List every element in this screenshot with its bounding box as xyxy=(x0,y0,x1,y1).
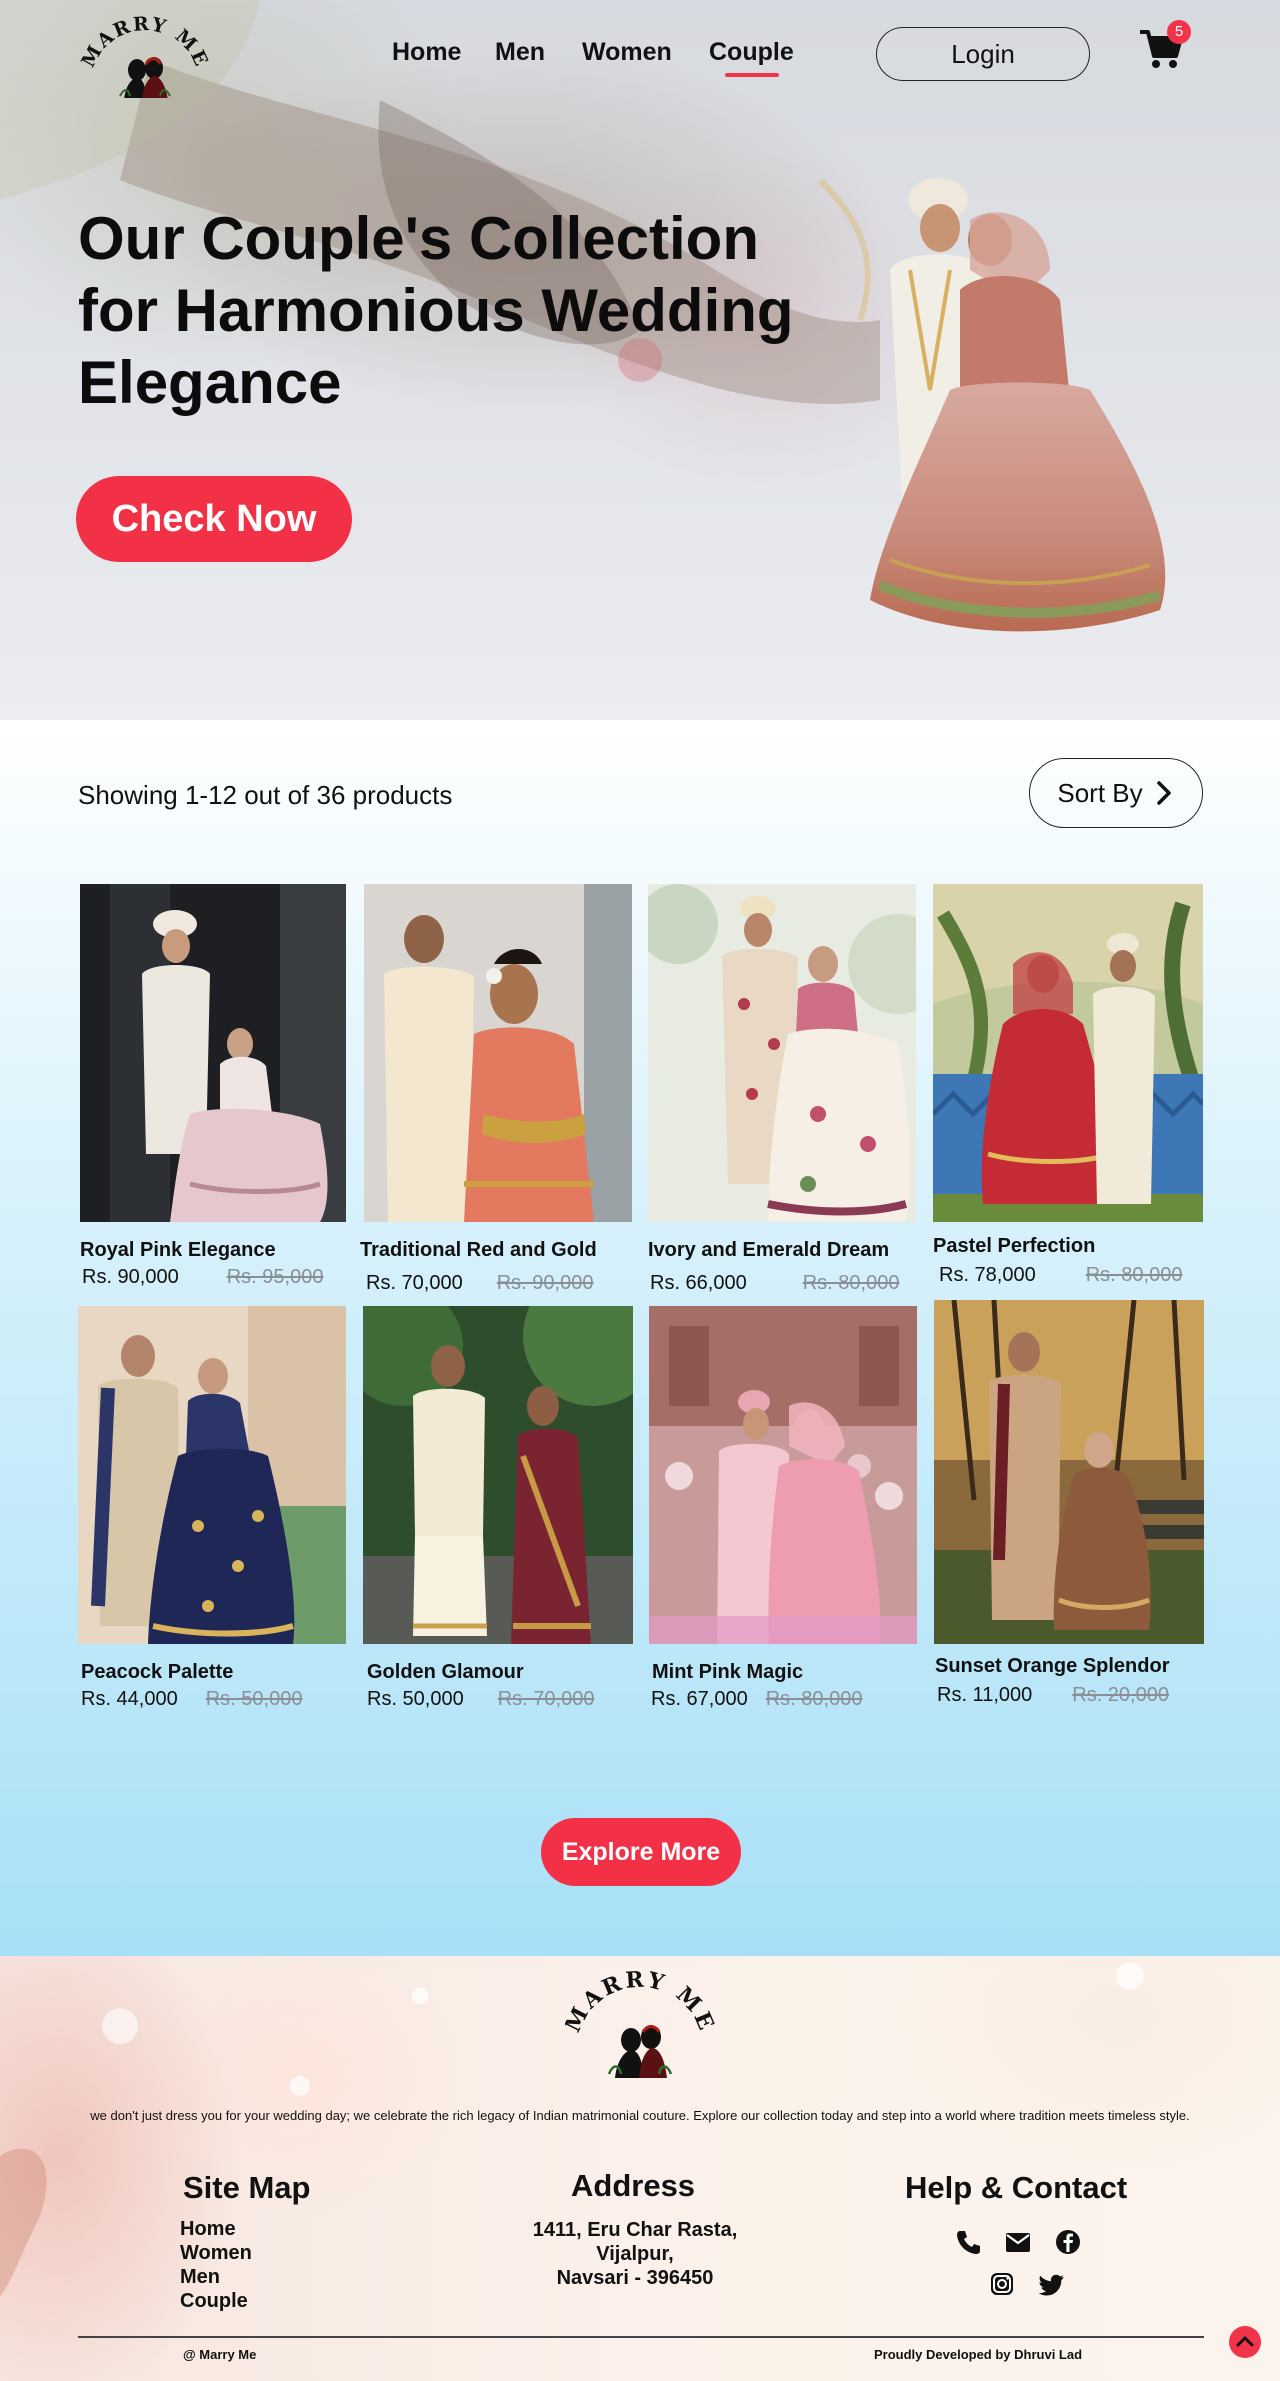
product-prices: Rs. 11,000 Rs. 20,000 xyxy=(934,1684,1204,1707)
footer-link-men[interactable]: Men xyxy=(180,2265,252,2289)
product-price: Rs. 67,000 xyxy=(651,1688,748,1710)
product-card[interactable]: Mint Pink Magic Rs. 67,000 Rs. 80,000 xyxy=(649,1306,917,1711)
hero-couple-image xyxy=(870,178,1166,632)
product-old-price: Rs. 80,000 xyxy=(765,1688,863,1710)
product-name[interactable]: Mint Pink Magic xyxy=(649,1661,917,1684)
product-card[interactable]: Golden Glamour Rs. 50,000 Rs. 70,000 xyxy=(343,1266,663,1711)
scroll-to-top-button[interactable] xyxy=(1229,2326,1261,2358)
chevron-right-icon xyxy=(1156,781,1171,805)
product-name[interactable]: Peacock Palette xyxy=(78,1661,346,1684)
help-contact-title: Help & Contact xyxy=(905,2170,1128,2205)
product-price: Rs. 44,000 xyxy=(81,1688,178,1710)
sort-by-button[interactable]: Sort By xyxy=(1029,758,1203,828)
footer-link-couple[interactable]: Couple xyxy=(180,2289,252,2313)
product-old-price: Rs. 20,000 xyxy=(1072,1684,1169,1706)
product-prices: Rs. 67,000 Rs. 80,000 xyxy=(649,1688,917,1711)
nav-link-women[interactable]: Women xyxy=(582,38,672,67)
product-image[interactable] xyxy=(931,884,1205,1222)
check-now-button[interactable]: Check Now xyxy=(76,476,352,562)
results-count: Showing 1-12 out of 36 products xyxy=(78,780,453,810)
product-prices: Rs. 90,000 Rs. 95,000 xyxy=(80,1266,346,1289)
product-name[interactable]: Traditional Red and Gold xyxy=(360,1239,632,1262)
product-card[interactable]: Peacock Palette Rs. 44,000 Rs. 50,000 xyxy=(78,1306,346,1711)
main-nav: Home Men Women Couple xyxy=(392,38,812,78)
product-price: Rs. 90,000 xyxy=(82,1266,179,1288)
product-listing: Showing 1-12 out of 36 products Sort By … xyxy=(0,720,1280,1956)
sitemap-list: Home Women Men Couple xyxy=(180,2217,252,2313)
product-price: Rs. 70,000 xyxy=(366,1272,463,1294)
product-old-price: Rs. 80,000 xyxy=(802,1272,900,1294)
hero-title: Our Couple's Collection for Harmonious W… xyxy=(78,205,794,416)
product-image[interactable] xyxy=(934,1299,1204,1644)
brand-logo[interactable]: MARRY ME xyxy=(80,8,210,98)
developer-credit: Proudly Developed by Dhruvi Lad xyxy=(874,2347,1083,2362)
product-prices: Rs. 66,000 Rs. 80,000 xyxy=(648,1272,916,1295)
product-name[interactable]: Golden Glamour xyxy=(363,1661,633,1684)
product-name[interactable]: Sunset Orange Splendor xyxy=(934,1655,1204,1678)
address-line: Vijalpur, xyxy=(596,2243,674,2265)
product-image[interactable] xyxy=(364,884,632,1222)
footer-link-women[interactable]: Women xyxy=(180,2241,252,2265)
cart-count-badge: 5 xyxy=(1167,20,1191,44)
product-image[interactable] xyxy=(649,1306,917,1644)
address-block: 1411, Eru Char Rasta, Vijalpur, Navsari … xyxy=(500,2218,770,2290)
chevron-up-icon xyxy=(1236,2336,1254,2347)
product-old-price: Rs. 70,000 xyxy=(497,1688,595,1710)
address-line: 1411, Eru Char Rasta, xyxy=(532,2219,738,2241)
product-prices: Rs. 44,000 Rs. 50,000 xyxy=(78,1688,346,1711)
product-card[interactable]: Royal Pink Elegance Rs. 90,000 Rs. 95,00… xyxy=(80,884,346,1289)
sort-by-label: Sort By xyxy=(1057,777,1143,808)
svg-text:MARRY ME: MARRY ME xyxy=(80,13,210,71)
product-prices: Rs. 70,000 Rs. 90,000 xyxy=(364,1272,632,1295)
instagram-icon[interactable] xyxy=(988,2270,1016,2298)
phone-icon[interactable] xyxy=(954,2228,982,2256)
nav-active-indicator xyxy=(725,73,779,77)
address-line: Navsari - 396450 xyxy=(556,2267,714,2289)
product-price: Rs. 11,000 xyxy=(937,1684,1033,1706)
product-name[interactable]: Ivory and Emerald Dream xyxy=(648,1239,916,1262)
nav-link-men[interactable]: Men xyxy=(495,38,545,67)
address-title: Address xyxy=(571,2168,696,2203)
product-old-price: Rs. 95,000 xyxy=(226,1266,324,1288)
product-prices: Rs. 78,000 Rs. 80,000 xyxy=(933,1264,1203,1287)
product-old-price: Rs. 50,000 xyxy=(205,1688,303,1710)
login-button[interactable]: Login xyxy=(876,27,1090,81)
product-card[interactable]: Ivory and Emerald Dream Rs. 66,000 Rs. 8… xyxy=(638,884,948,1295)
product-price: Rs. 78,000 xyxy=(939,1264,1036,1286)
site-footer: MARRY ME we don't just dress you for you… xyxy=(0,1956,1280,2381)
sitemap-title: Site Map xyxy=(183,2170,311,2205)
twitter-icon[interactable] xyxy=(1038,2270,1066,2298)
facebook-icon[interactable] xyxy=(1054,2228,1082,2256)
product-name[interactable]: Pastel Perfection xyxy=(933,1235,1203,1258)
product-price: Rs. 50,000 xyxy=(367,1688,464,1710)
product-image[interactable] xyxy=(343,1266,663,1644)
product-prices: Rs. 50,000 Rs. 70,000 xyxy=(363,1688,633,1711)
footer-divider xyxy=(78,2336,1204,2338)
nav-link-couple[interactable]: Couple xyxy=(709,38,794,67)
product-image[interactable] xyxy=(78,1306,346,1644)
footer-link-home[interactable]: Home xyxy=(180,2217,252,2241)
product-old-price: Rs. 90,000 xyxy=(496,1272,594,1294)
contact-icons-row xyxy=(954,2228,1082,2256)
product-card[interactable]: Traditional Red and Gold Rs. 70,000 Rs. … xyxy=(360,884,632,1295)
nav-link-home[interactable]: Home xyxy=(392,38,461,67)
footer-logo[interactable]: MARRY ME xyxy=(565,1970,715,2080)
product-image[interactable] xyxy=(638,884,948,1222)
hero-banner: MARRY ME Home Men Women Couple Login 5 O… xyxy=(0,0,1280,720)
mail-icon[interactable] xyxy=(1004,2228,1032,2256)
product-image[interactable] xyxy=(80,884,346,1222)
social-icons-row xyxy=(988,2270,1066,2298)
product-old-price: Rs. 80,000 xyxy=(1085,1264,1183,1286)
product-card[interactable]: Sunset Orange Splendor Rs. 11,000 Rs. 20… xyxy=(934,1299,1204,1707)
footer-tagline: we don't just dress you for your wedding… xyxy=(90,2108,1190,2123)
copyright-text: @ Marry Me xyxy=(183,2347,257,2362)
product-card[interactable]: Pastel Perfection Rs. 78,000 Rs. 80,000 xyxy=(931,884,1205,1287)
svg-text:MARRY ME: MARRY ME xyxy=(565,1970,715,2036)
explore-more-button[interactable]: Explore More xyxy=(541,1818,741,1886)
product-price: Rs. 66,000 xyxy=(650,1272,747,1294)
product-name[interactable]: Royal Pink Elegance xyxy=(80,1239,346,1262)
